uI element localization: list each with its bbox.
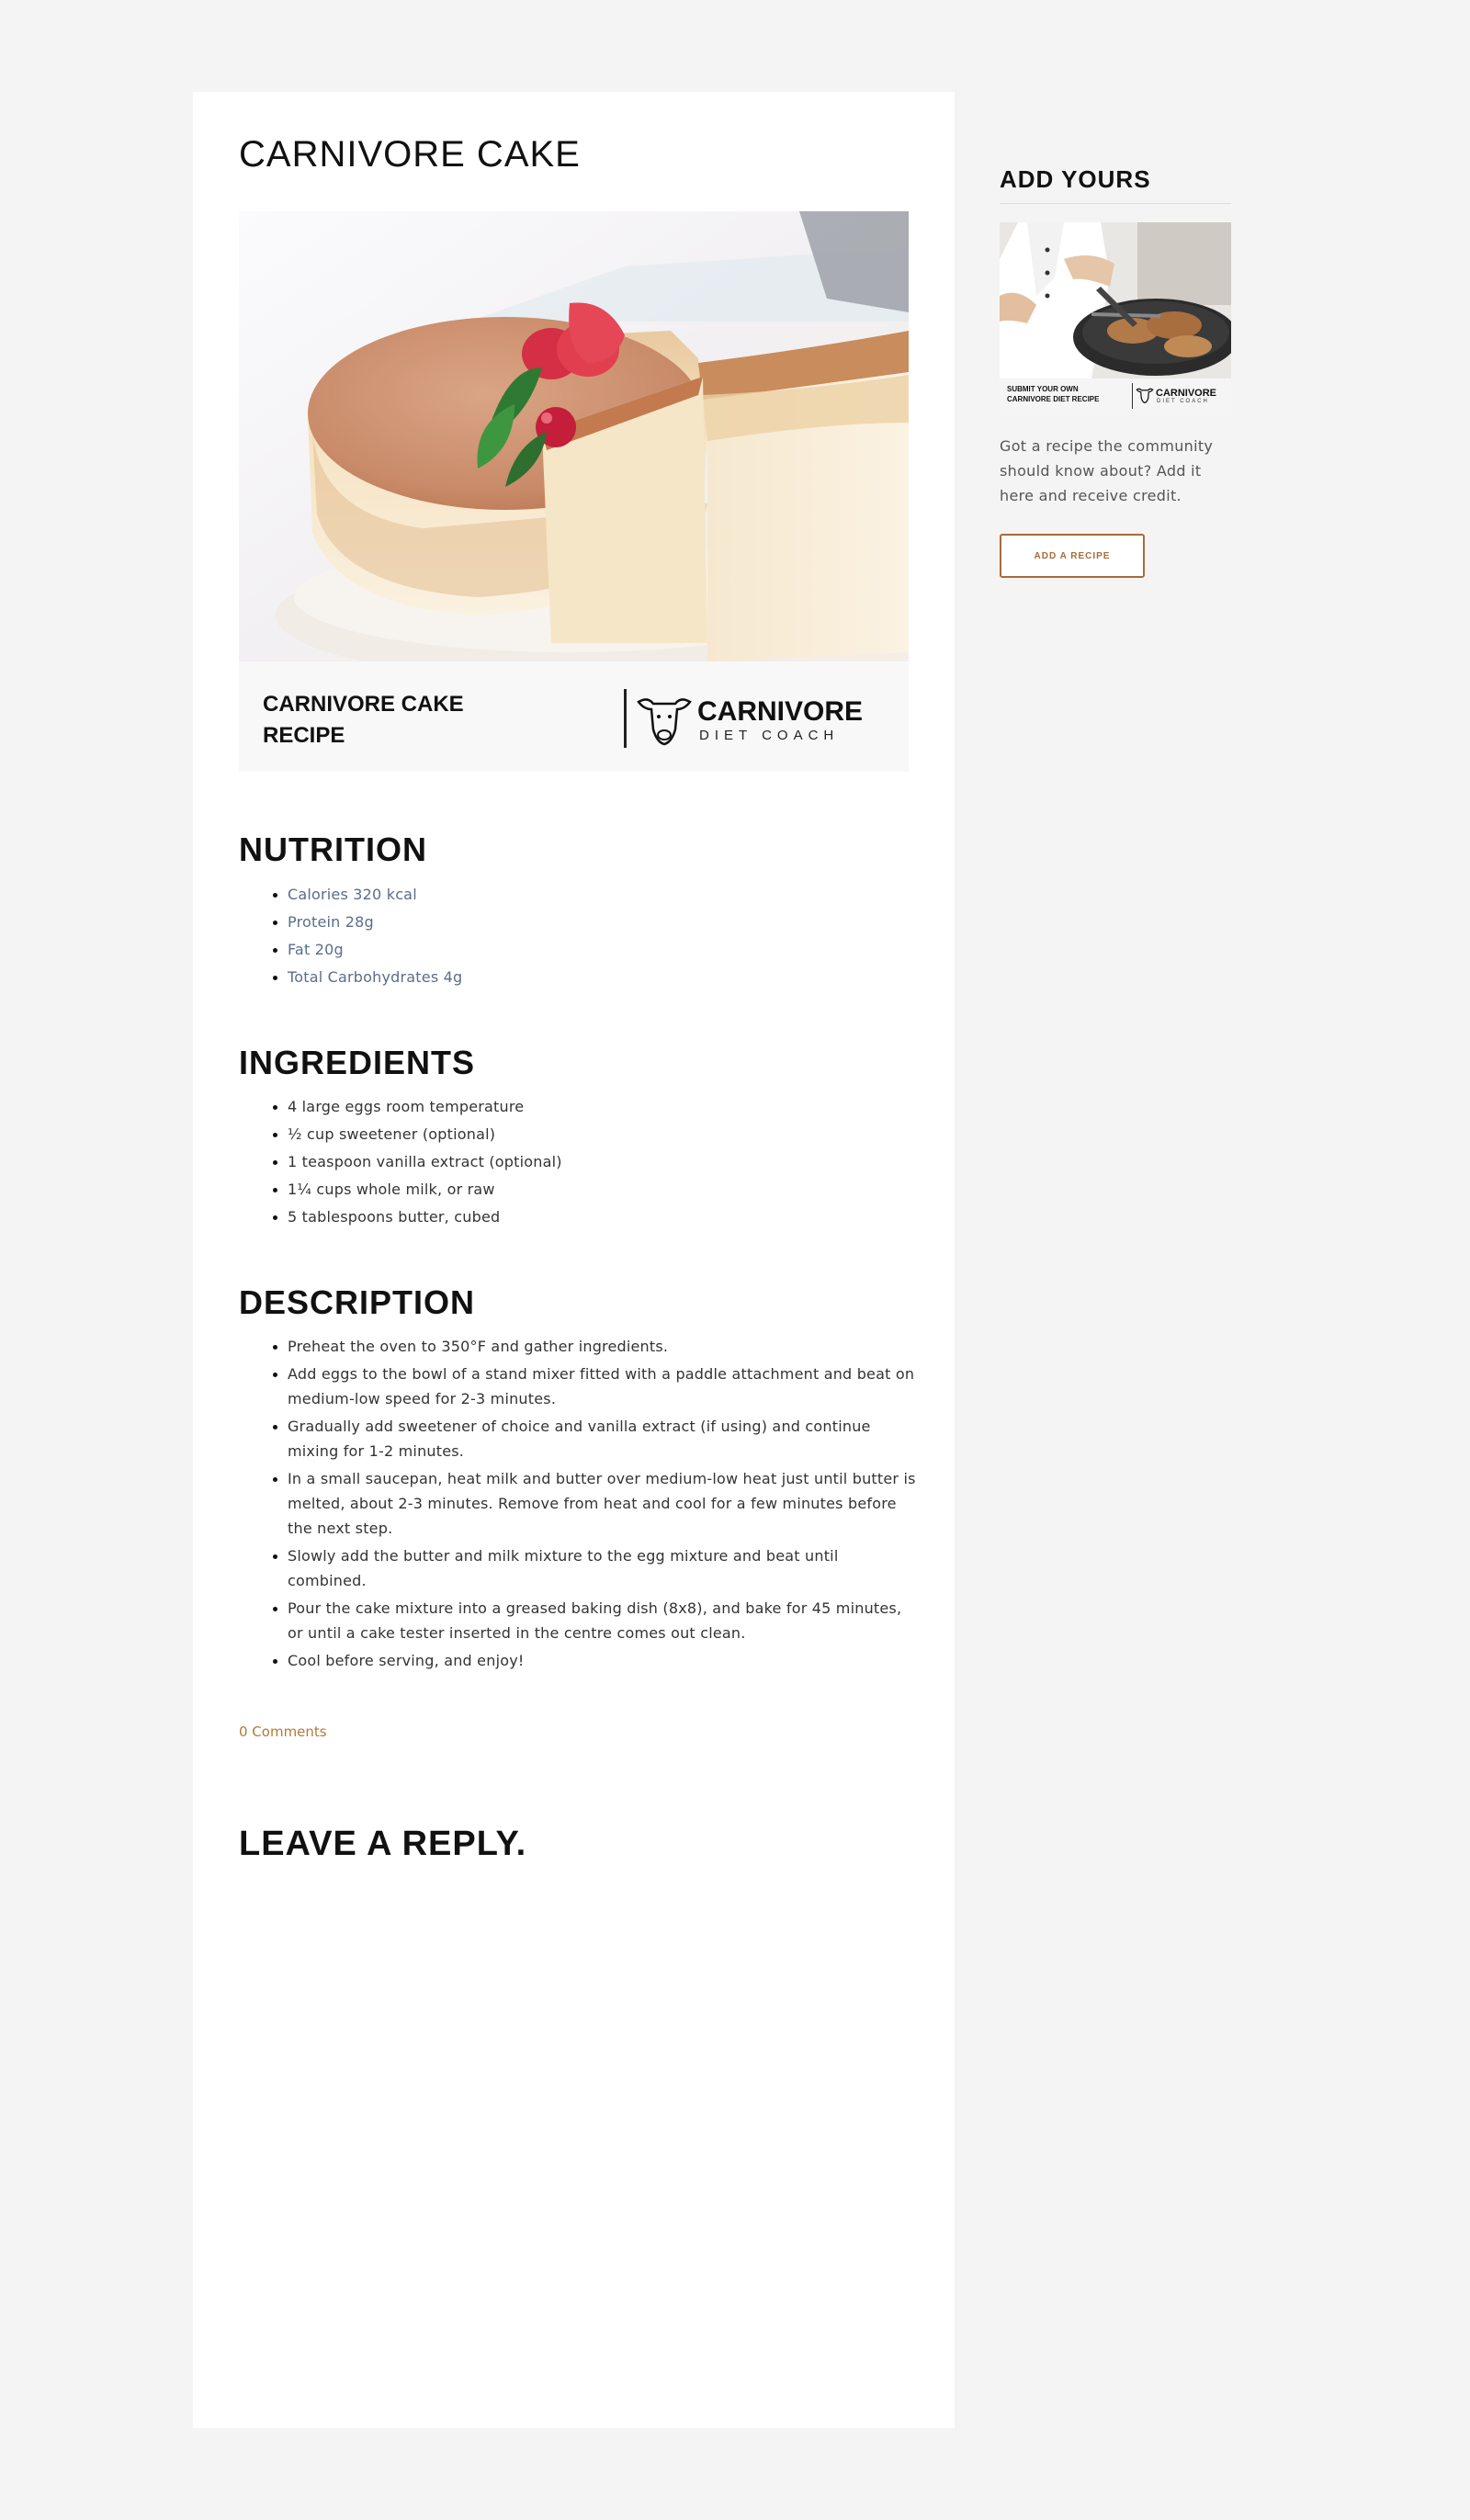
nutrition-list: Calories 320 kcal Protein 28g Fat 20g To… bbox=[239, 882, 922, 992]
description-list: Preheat the oven to 350°F and gather ing… bbox=[239, 1334, 922, 1676]
promo-brand-logo: CARNIVORE DIET COACH bbox=[1132, 383, 1224, 409]
post-title: CARNIVORE CAKE bbox=[239, 134, 581, 175]
list-item: Fat 20g bbox=[288, 937, 922, 962]
ingredients-heading: INGREDIENTS bbox=[239, 1044, 476, 1081]
logo-divider bbox=[1132, 383, 1133, 409]
ingredients-list: 4 large eggs room temperature ½ cup swee… bbox=[239, 1094, 922, 1232]
promo-caption-line: CARNIVORE DIET RECIPE bbox=[1007, 395, 1100, 403]
list-item: 4 large eggs room temperature bbox=[288, 1094, 922, 1119]
promo-brand-name: CARNIVORE bbox=[1156, 388, 1217, 399]
sidebar-heading: ADD YOURS bbox=[1000, 165, 1151, 193]
list-item: Preheat the oven to 350°F and gather ing… bbox=[288, 1334, 922, 1359]
hero-caption: CARNIVORE CAKE RECIPE bbox=[263, 692, 464, 748]
article-card: CARNIVORE CAKE CARNIVORE CAKE RECIPE CAR… bbox=[193, 92, 955, 2428]
sidebar-divider bbox=[1000, 203, 1231, 204]
promo-caption-bar: SUBMIT YOUR OWN CARNIVORE DIET RECIPE CA… bbox=[1000, 379, 1231, 415]
list-item: Calories 320 kcal bbox=[288, 882, 922, 907]
sidebar-text: Got a recipe the community should know a… bbox=[1000, 437, 1214, 504]
list-item: In a small saucepan, heat milk and butte… bbox=[288, 1466, 922, 1541]
chef-cooking-photo bbox=[1000, 222, 1231, 379]
brand-logo: CARNIVORE DIET COACH bbox=[624, 689, 883, 748]
cow-logo-icon bbox=[1136, 388, 1154, 403]
brand-tagline: DIET COACH bbox=[699, 728, 840, 743]
comments-link[interactable]: 0 Comments bbox=[239, 1723, 327, 1740]
hero-image: CARNIVORE CAKE RECIPE CARNIVORE DIET COA… bbox=[239, 211, 909, 772]
list-item: Slowly add the butter and milk mixture t… bbox=[288, 1543, 922, 1593]
leave-reply-heading: LEAVE A REPLY. bbox=[239, 1825, 527, 1863]
list-item: 1 teaspoon vanilla extract (optional) bbox=[288, 1149, 922, 1174]
nutrition-heading: NUTRITION bbox=[239, 831, 427, 868]
submit-recipe-image[interactable]: SUBMIT YOUR OWN CARNIVORE DIET RECIPE CA… bbox=[1000, 222, 1231, 415]
hero-caption-bar: CARNIVORE CAKE RECIPE CARNIVORE DIET COA… bbox=[239, 661, 909, 772]
list-item: Cool before serving, and enjoy! bbox=[288, 1648, 922, 1673]
list-item: Add eggs to the bowl of a stand mixer fi… bbox=[288, 1362, 922, 1411]
list-item: 1¼ cups whole milk, or raw bbox=[288, 1177, 922, 1202]
promo-caption: SUBMIT YOUR OWN CARNIVORE DIET RECIPE bbox=[1007, 384, 1126, 404]
sidebar: ADD YOURS SUBMIT YOUR OWN CARNIVORE DIET… bbox=[1000, 165, 1231, 578]
list-item: Total Carbohydrates 4g bbox=[288, 965, 922, 989]
logo-divider bbox=[624, 689, 627, 748]
promo-caption-line: SUBMIT YOUR OWN bbox=[1007, 385, 1079, 393]
cow-logo-icon bbox=[637, 698, 692, 746]
list-item: 5 tablespoons butter, cubed bbox=[288, 1204, 922, 1229]
list-item: Gradually add sweetener of choice and va… bbox=[288, 1414, 922, 1463]
list-item: Protein 28g bbox=[288, 910, 922, 934]
list-item: ½ cup sweetener (optional) bbox=[288, 1122, 922, 1147]
add-recipe-button[interactable]: ADD A RECIPE bbox=[1000, 534, 1145, 578]
list-item: Pour the cake mixture into a greased bak… bbox=[288, 1596, 922, 1645]
brand-name: CARNIVORE bbox=[697, 696, 864, 727]
description-heading: DESCRIPTION bbox=[239, 1283, 476, 1321]
promo-brand-tagline: DIET COACH bbox=[1157, 399, 1209, 404]
cake-photo bbox=[239, 211, 909, 661]
